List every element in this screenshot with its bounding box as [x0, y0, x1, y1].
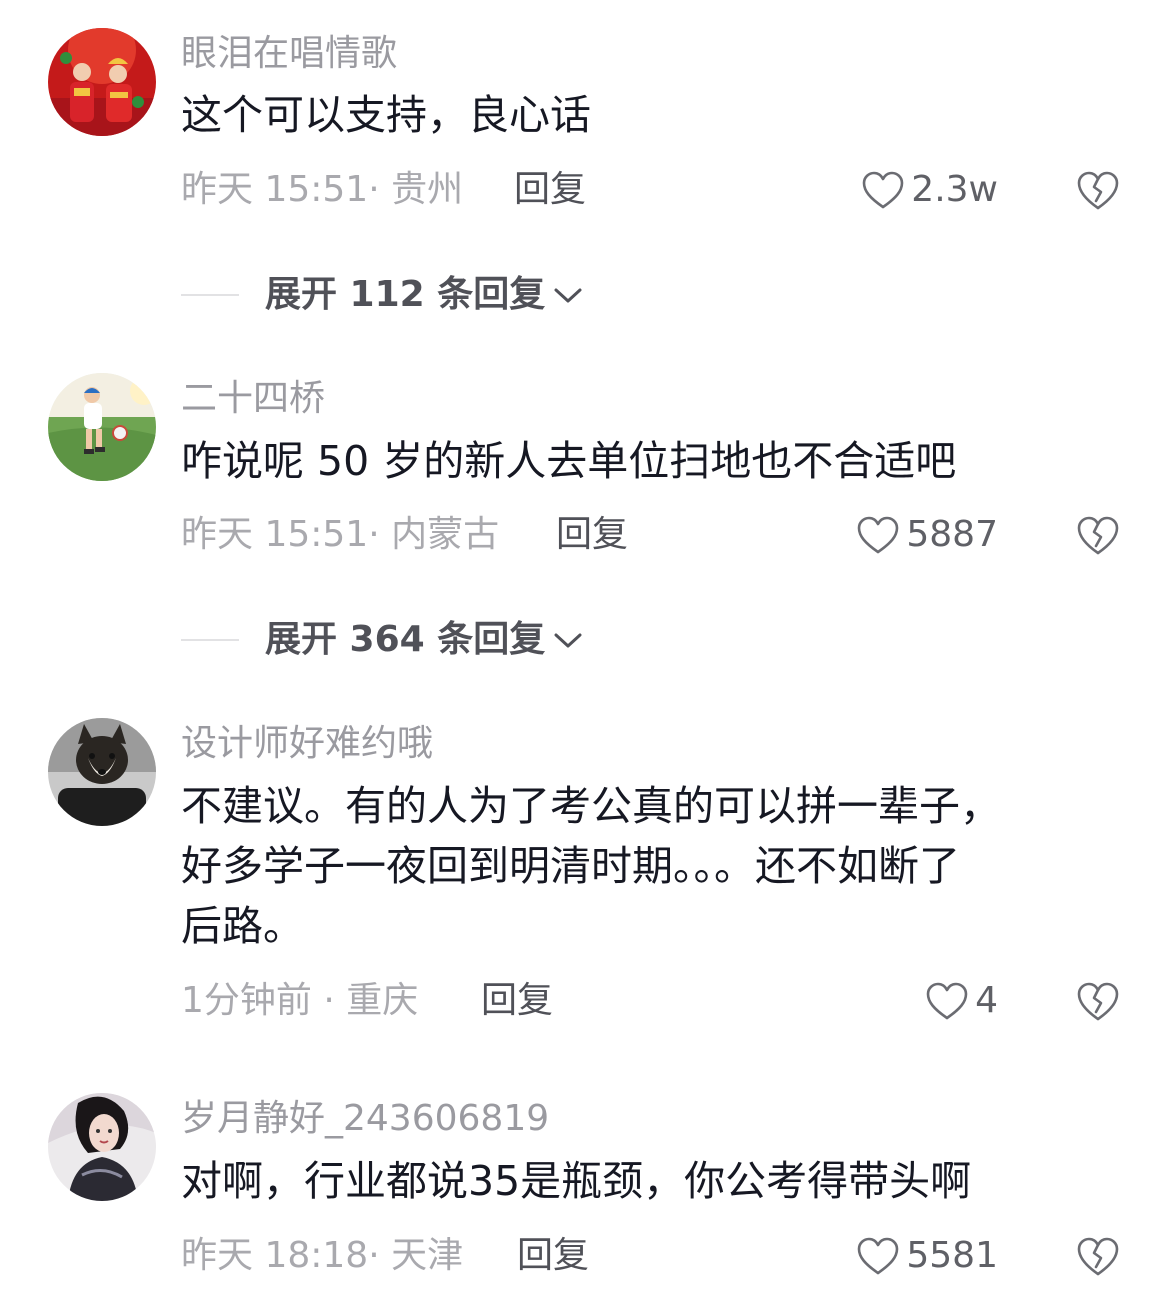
dislike-button[interactable]: [1076, 1235, 1120, 1277]
comment-text: 对啊，行业都说35是瓶颈，你公考得带头啊: [181, 1151, 1131, 1211]
comment-time-location: 昨天 15:51· 贵州: [181, 169, 464, 210]
reply-button[interactable]: 回复: [514, 168, 586, 212]
comment-text-line: 这个可以支持，良心话: [181, 91, 591, 139]
comment-list: 眼泪在唱情歌 这个可以支持，良心话 昨天 15:51· 贵州 回复 2.3w 展…: [0, 0, 1170, 1309]
expand-replies-button[interactable]: 展开 112 条回复: [181, 273, 585, 317]
comment-text-line: 对啊，行业都说35是瓶颈，你公考得带头啊: [181, 1157, 972, 1205]
divider-line: [181, 639, 239, 641]
comment-text: 咋说呢 50 岁的新人去单位扫地也不合适吧: [181, 431, 1131, 491]
expand-replies-label: 展开 112 条回复: [265, 274, 546, 315]
broken-heart-icon: [1077, 982, 1119, 1021]
heart-outline-icon: [862, 171, 904, 209]
heart-outline-icon: [858, 1237, 899, 1275]
reply-button[interactable]: 回复: [517, 1234, 589, 1278]
woman-portrait-avatar-icon: [48, 1093, 156, 1201]
comment-text-line: 好多学子一夜回到明清时期。。。还不如断了: [181, 842, 960, 890]
comment-time-location: 昨天 18:18· 天津: [181, 1235, 464, 1276]
broken-heart-icon: [1077, 1237, 1119, 1276]
chevron-down-icon: [554, 633, 582, 648]
reply-button[interactable]: 回复: [481, 979, 553, 1023]
comment-time-location: 昨天 15:51· 内蒙古: [181, 514, 500, 555]
comment-text: 不建议。有的人为了考公真的可以拼一辈子， 好多学子一夜回到明清时期。。。还不如断…: [181, 776, 1131, 956]
child-with-ball-avatar-icon: [48, 373, 156, 481]
comment-username[interactable]: 二十四桥: [181, 377, 325, 421]
dislike-button[interactable]: [1076, 514, 1120, 556]
like-count: 5581: [906, 1235, 998, 1276]
comment-time-location: 1分钟前 · 重庆: [181, 980, 419, 1021]
like-button[interactable]: 2.3w: [861, 167, 998, 213]
like-count: 5887: [906, 514, 998, 555]
comment-username[interactable]: 设计师好难约哦: [181, 722, 433, 766]
dislike-button[interactable]: [1076, 169, 1120, 211]
like-count: 2.3w: [911, 169, 998, 210]
comment-text-line: 不建议。有的人为了考公真的可以拼一辈子，: [181, 782, 1001, 830]
like-button[interactable]: 5581: [856, 1233, 998, 1279]
user-avatar[interactable]: [48, 373, 156, 481]
like-button[interactable]: 4: [925, 978, 998, 1024]
heart-outline-icon: [858, 516, 899, 554]
broken-heart-icon: [1077, 171, 1119, 210]
divider-line: [181, 294, 239, 296]
comment-text: 这个可以支持，良心话: [181, 85, 1131, 145]
expand-replies-label: 展开 364 条回复: [265, 619, 546, 660]
expand-replies-button[interactable]: 展开 364 条回复: [181, 618, 585, 662]
like-count: 4: [975, 980, 998, 1021]
dislike-button[interactable]: [1076, 980, 1120, 1022]
broken-heart-icon: [1077, 516, 1119, 555]
user-avatar[interactable]: [48, 1093, 156, 1201]
chevron-down-icon: [554, 288, 582, 303]
comment-username[interactable]: 眼泪在唱情歌: [181, 32, 397, 76]
shiba-dog-avatar-icon: [48, 718, 156, 826]
user-avatar[interactable]: [48, 718, 156, 826]
wedding-couple-avatar-icon: [48, 28, 156, 136]
like-button[interactable]: 5887: [856, 512, 998, 558]
comment-text-line: 后路。: [181, 902, 304, 950]
heart-outline-icon: [926, 982, 968, 1020]
user-avatar[interactable]: [48, 28, 156, 136]
comment-text-line: 咋说呢 50 岁的新人去单位扫地也不合适吧: [181, 437, 957, 485]
comment-username[interactable]: 岁月静好_243606819: [181, 1097, 549, 1141]
reply-button[interactable]: 回复: [556, 513, 628, 557]
